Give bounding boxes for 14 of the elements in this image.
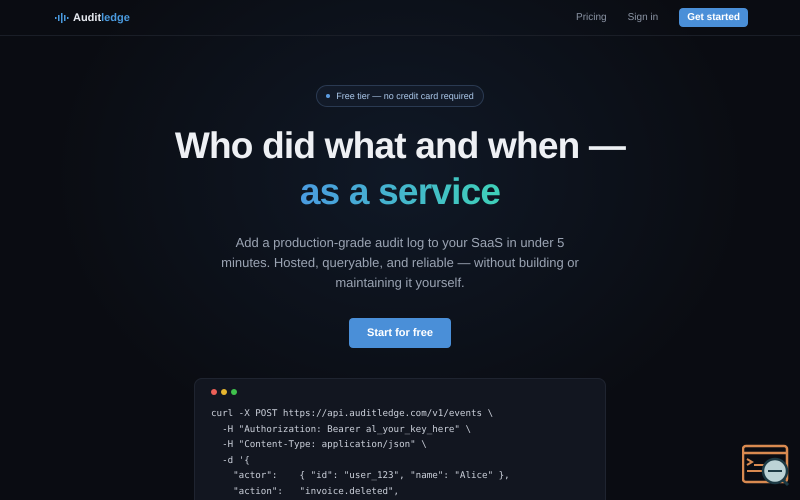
get-started-button[interactable]: Get started [679,8,748,27]
subtitle: Add a production-grade audit log to your SaaS in under 5 minutes. Hosted, queryable, and reliable — without building or maintaining it yourself. [220,234,580,292]
code-line: -d '{ [221,454,251,468]
nav-link[interactable]: Sign in [628,12,658,23]
badge-text: Free tier — no credit card required [336,91,474,101]
code-line: -H "Content-Type: application/json" \ [221,438,428,452]
code-line: curl -X POST https://api.auditledge.com/v1/events \ [211,407,494,421]
code-line: "actor": { "id": "user_123", "name": "Alice" }, [232,469,511,483]
headline: Who did what and when — [174,125,626,166]
start-free-button[interactable]: Start for free [348,318,452,348]
code-line: "action": "invoice.deleted", [232,484,400,498]
code-line: -H "Authorization: Bearer al_your_key_here" \ [221,422,472,436]
logo-text[interactable]: Auditledge [73,12,130,24]
nav-link[interactable]: Pricing [576,12,607,23]
